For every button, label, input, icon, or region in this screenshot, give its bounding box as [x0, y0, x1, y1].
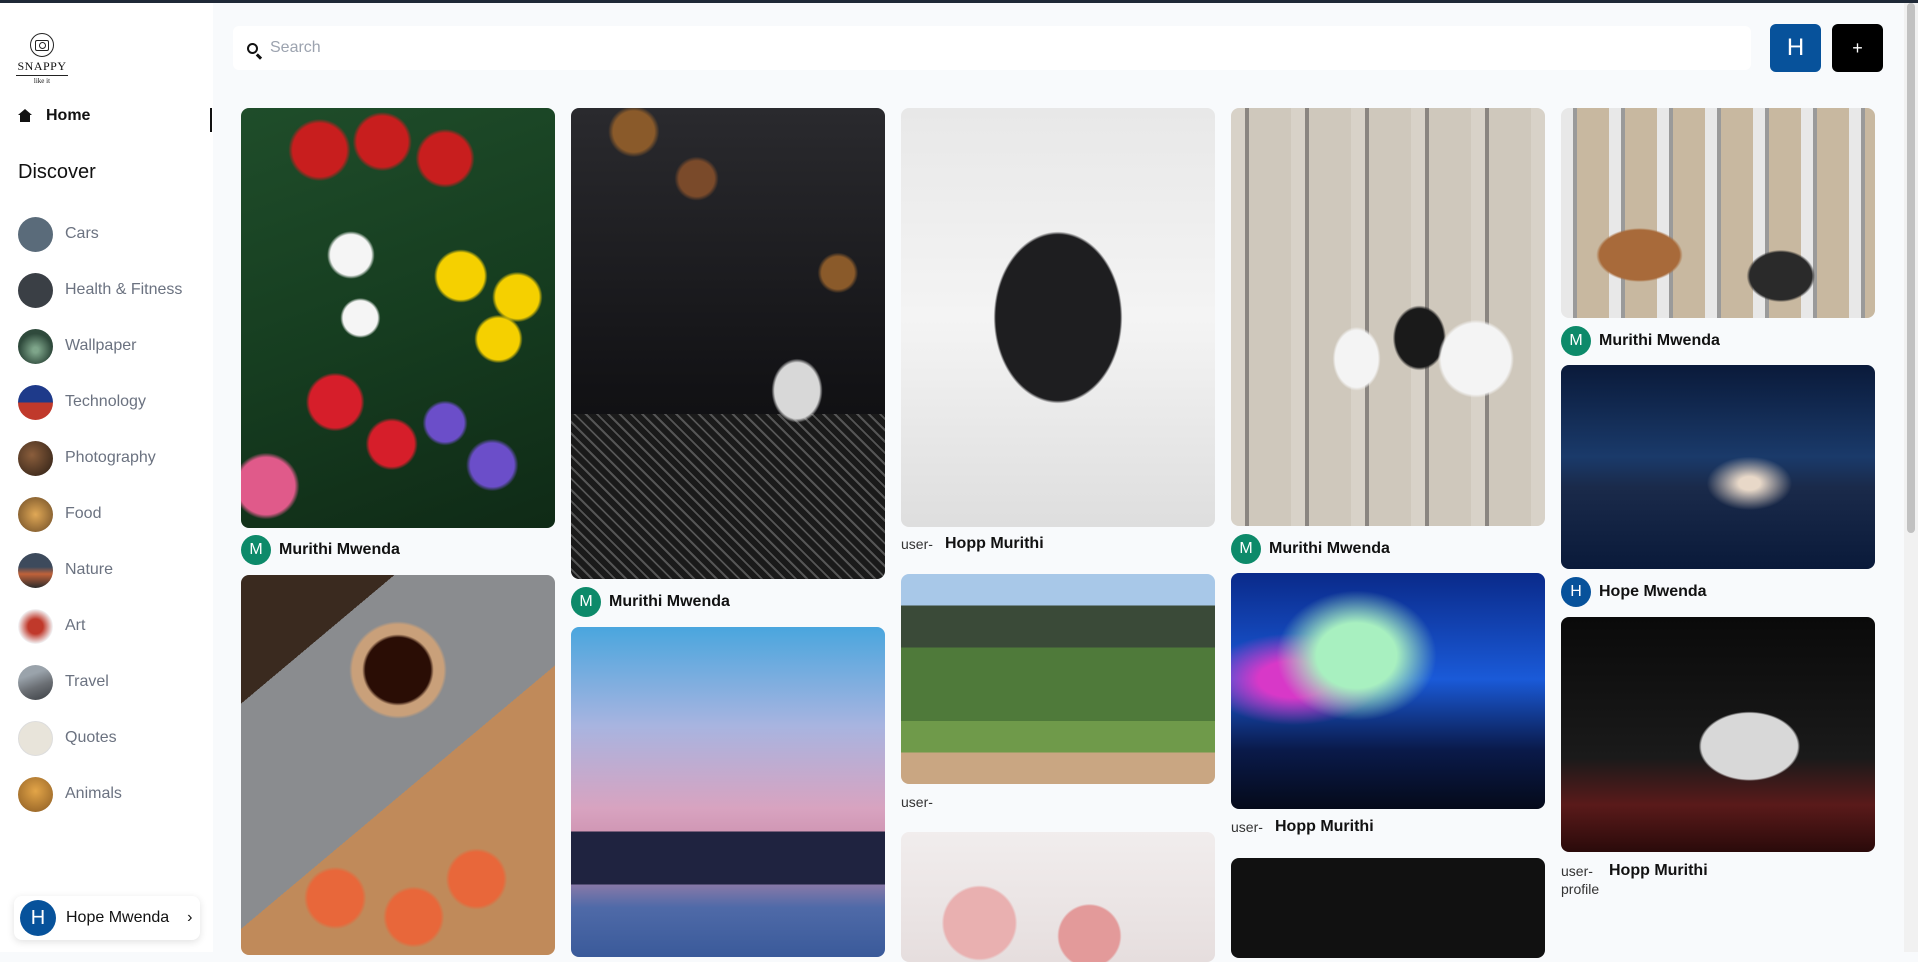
- category-item-food[interactable]: Food: [18, 486, 182, 542]
- pin-author[interactable]: user-profile Hopp Murithi: [1561, 862, 1708, 898]
- create-pin-button[interactable]: +: [1832, 24, 1883, 72]
- scrollbar[interactable]: [1904, 3, 1918, 952]
- broken-avatar-image: user-profile: [1561, 863, 1600, 897]
- avatar: M: [571, 587, 601, 617]
- pin-image-roses[interactable]: [901, 832, 1215, 962]
- category-list: Cars Health & Fitness Wallpaper Technolo…: [18, 206, 182, 822]
- author-name: Murithi Mwenda: [1269, 540, 1390, 557]
- search-input[interactable]: [268, 38, 1672, 58]
- category-thumbnail: [18, 216, 53, 252]
- author-name: Murithi Mwenda: [609, 593, 730, 610]
- pin-image-cows-stall[interactable]: [1561, 108, 1875, 318]
- category-thumbnail: [18, 776, 53, 812]
- nav-home-label: Home: [46, 107, 91, 124]
- author-name: Murithi Mwenda: [1599, 332, 1720, 349]
- category-label: Wallpaper: [65, 337, 137, 354]
- pin-image-black-car[interactable]: [901, 108, 1215, 527]
- nav-home[interactable]: Home: [18, 107, 90, 125]
- category-thumbnail: [18, 552, 53, 588]
- category-label: Travel: [65, 673, 109, 690]
- logo-name: SNAPPY: [17, 59, 67, 73]
- category-item-health-fitness[interactable]: Health & Fitness: [18, 262, 182, 318]
- pin-image-sushi[interactable]: [241, 575, 555, 955]
- category-item-photography[interactable]: Photography: [18, 430, 182, 486]
- avatar: H: [20, 900, 56, 936]
- current-user-chip[interactable]: H Hope Mwenda ›: [14, 896, 200, 940]
- pin-image-mustang[interactable]: [1561, 617, 1875, 852]
- broken-avatar-image: user-: [901, 536, 933, 552]
- pin-image-mountain-valley[interactable]: [901, 574, 1215, 784]
- category-thumbnail: [18, 496, 53, 532]
- top-border: [0, 0, 1918, 3]
- pin-image-dark[interactable]: [1231, 858, 1545, 958]
- pin-author[interactable]: user- Hopp Murithi: [901, 535, 1044, 553]
- pin-image-city-skyline[interactable]: [571, 627, 885, 957]
- chevron-right-icon: ›: [187, 909, 193, 926]
- discover-heading: Discover: [18, 161, 96, 183]
- avatar: M: [1231, 534, 1261, 564]
- category-label: Cars: [65, 225, 99, 242]
- author-name: Murithi Mwenda: [279, 541, 400, 558]
- category-thumbnail: [18, 272, 53, 308]
- pin-image-night-sea[interactable]: [1561, 365, 1875, 569]
- home-icon: [18, 109, 32, 123]
- category-label: Art: [65, 617, 86, 634]
- logo-tagline: like it: [16, 75, 68, 85]
- category-item-technology[interactable]: Technology: [18, 374, 182, 430]
- pin-author[interactable]: user- Hopp Murithi: [1231, 818, 1374, 836]
- category-item-quotes[interactable]: Quotes: [18, 710, 182, 766]
- category-thumbnail: [18, 328, 53, 364]
- pin-image-concert[interactable]: [1231, 573, 1545, 809]
- author-name: Hope Mwenda: [1599, 583, 1707, 600]
- camera-icon: [30, 33, 54, 57]
- avatar: H: [1561, 577, 1591, 607]
- pin-author[interactable]: M Murithi Mwenda: [1231, 534, 1390, 564]
- category-thumbnail: [18, 664, 53, 700]
- sidebar: SNAPPY like it Home Discover Cars Health…: [0, 3, 213, 952]
- avatar: M: [241, 535, 271, 565]
- category-label: Nature: [65, 561, 114, 578]
- profile-button[interactable]: H: [1770, 24, 1821, 72]
- pin-image-bentley-emblem[interactable]: [571, 108, 885, 579]
- category-thumbnail: [18, 720, 53, 756]
- pin-image-cows-barn[interactable]: [1231, 108, 1545, 526]
- category-label: Quotes: [65, 729, 117, 746]
- broken-image: user-: [901, 794, 933, 810]
- search-icon: [247, 42, 258, 54]
- active-indicator: [210, 108, 212, 132]
- app-logo[interactable]: SNAPPY like it: [16, 33, 68, 85]
- category-thumbnail: [18, 608, 53, 644]
- author-name: Hopp Murithi: [1609, 862, 1708, 879]
- category-label: Health & Fitness: [65, 281, 183, 298]
- pin-author[interactable]: M Murithi Mwenda: [241, 535, 400, 565]
- category-label: Animals: [65, 785, 122, 802]
- scrollbar-thumb[interactable]: [1907, 3, 1915, 533]
- avatar: M: [1561, 326, 1591, 356]
- category-item-travel[interactable]: Travel: [18, 654, 182, 710]
- category-label: Technology: [65, 393, 146, 410]
- category-item-animals[interactable]: Animals: [18, 766, 182, 822]
- category-item-nature[interactable]: Nature: [18, 542, 182, 598]
- pin-author[interactable]: H Hope Mwenda: [1561, 577, 1707, 607]
- category-label: Photography: [65, 449, 156, 466]
- author-name: Hopp Murithi: [945, 535, 1044, 552]
- category-item-art[interactable]: Art: [18, 598, 182, 654]
- pin-author[interactable]: M Murithi Mwenda: [571, 587, 730, 617]
- category-item-cars[interactable]: Cars: [18, 206, 182, 262]
- current-user-name: Hope Mwenda: [66, 909, 170, 926]
- category-item-wallpaper[interactable]: Wallpaper: [18, 318, 182, 374]
- broken-avatar-image: user-: [1231, 819, 1263, 835]
- category-thumbnail: [18, 440, 53, 476]
- pin-author[interactable]: M Murithi Mwenda: [1561, 326, 1720, 356]
- author-name: Hopp Murithi: [1275, 818, 1374, 835]
- pin-image-flowers[interactable]: [241, 108, 555, 528]
- category-thumbnail: [18, 384, 53, 420]
- search-bar: [233, 26, 1751, 70]
- category-label: Food: [65, 505, 102, 522]
